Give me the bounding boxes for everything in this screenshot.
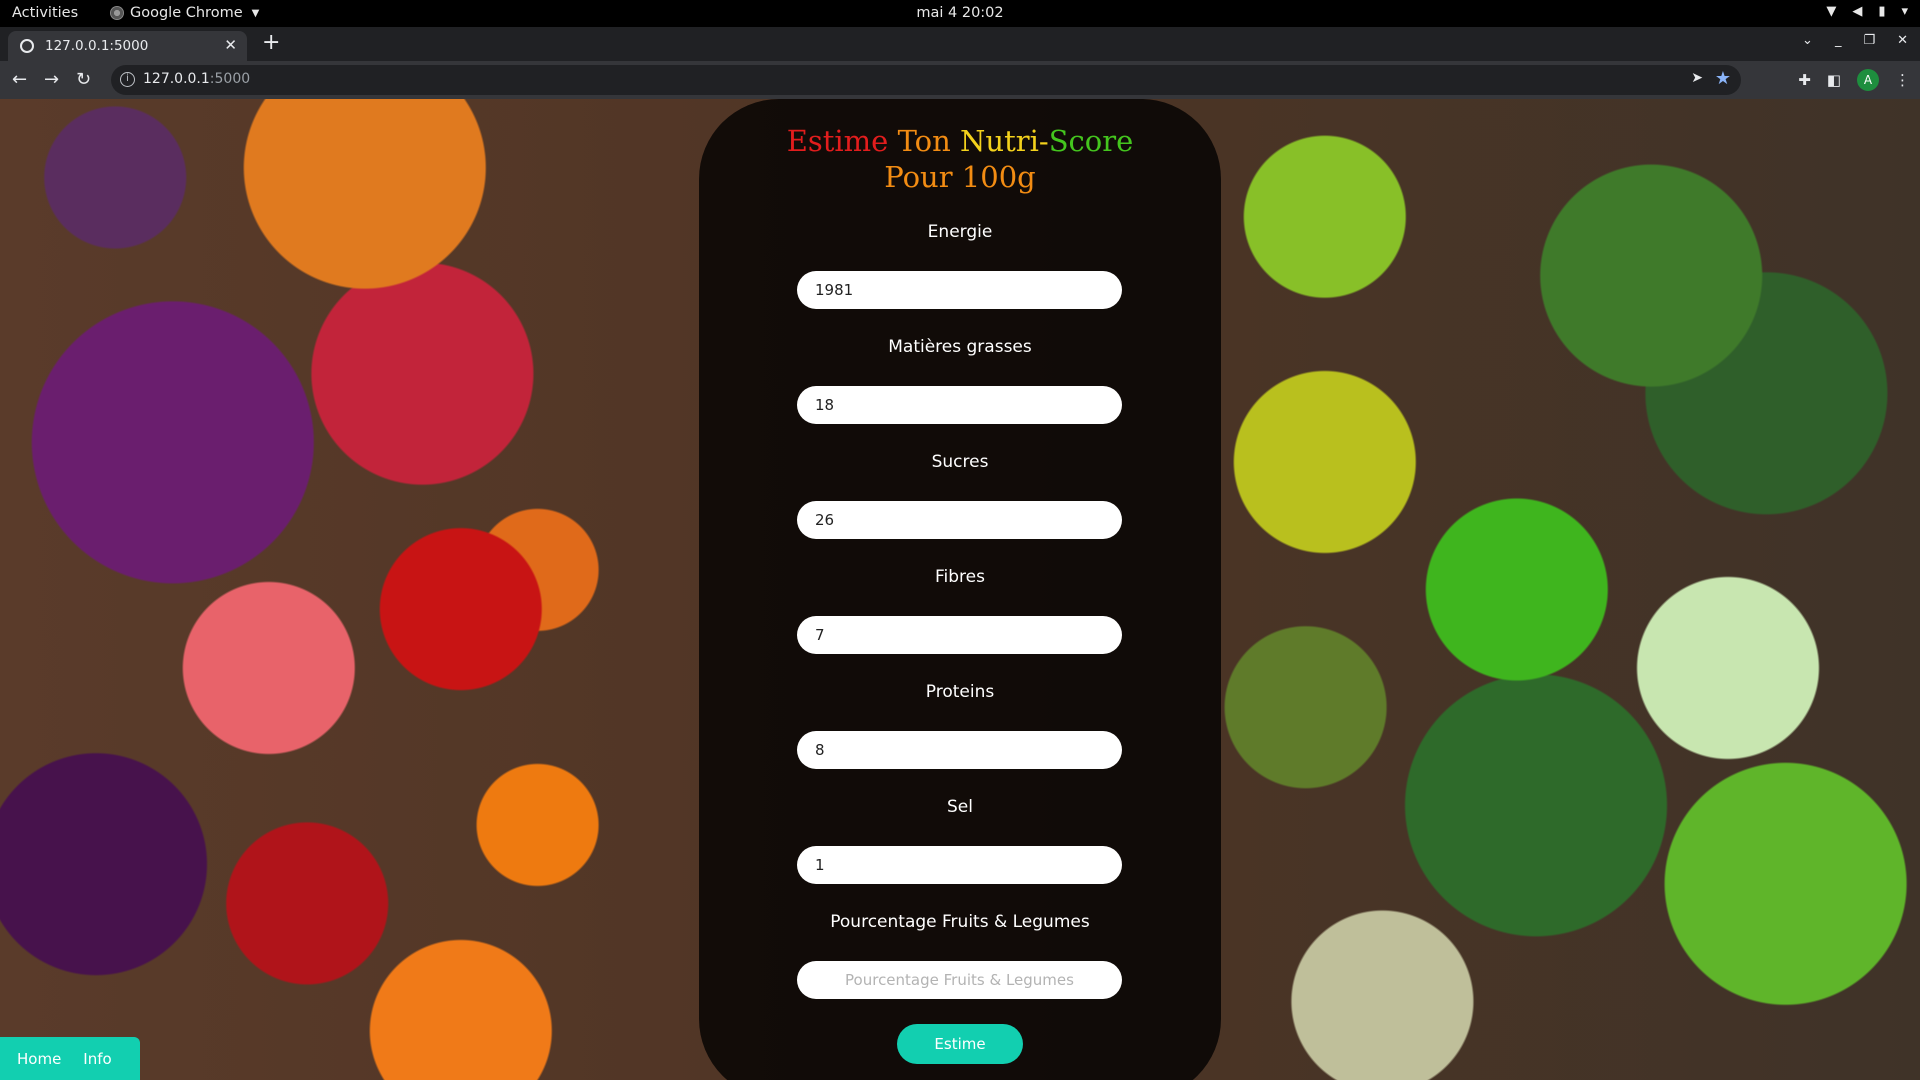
reload-icon[interactable]: ↻ (76, 69, 91, 90)
extensions-icon[interactable]: ✚ (1798, 71, 1811, 89)
page-title: Estime Ton Nutri-Score Pour 100g (699, 123, 1221, 195)
proteins-input[interactable] (797, 731, 1122, 769)
title-word-2: Ton (897, 124, 951, 158)
window-controls: ⌄ _ ❐ ✕ (1802, 33, 1908, 48)
title-word-3: Nutri- (960, 124, 1049, 158)
title-subtitle: Pour 100g (884, 160, 1036, 194)
fibres-label: Fibres (935, 567, 985, 587)
tab-title: 127.0.0.1:5000 (45, 38, 149, 54)
url-host: 127.0.0.1 (143, 71, 210, 87)
clock[interactable]: mai 4 20:02 (0, 5, 1920, 21)
bookmark-star-icon[interactable]: ★ (1715, 68, 1731, 89)
restore-icon[interactable]: ❐ (1863, 33, 1875, 48)
nav-info-link[interactable]: Info (83, 1050, 111, 1068)
matieres-grasses-input[interactable] (797, 386, 1122, 424)
proteins-label: Proteins (925, 682, 995, 702)
volume-icon: ◀ (1852, 4, 1863, 19)
matieres-grasses-label: Matières grasses (888, 337, 1032, 357)
menu-icon[interactable]: ⋮ (1895, 71, 1910, 89)
form-panel: Estime Ton Nutri-Score Pour 100g Energie… (699, 99, 1221, 1080)
energie-input[interactable] (797, 271, 1122, 309)
address-bar[interactable]: i 127.0.0.1:5000 ➤ ★ (111, 65, 1741, 95)
title-word-1: Estime (786, 124, 889, 158)
battery-icon: ▮ (1878, 4, 1886, 19)
url-port: :5000 (209, 71, 251, 87)
browser-tab[interactable]: 127.0.0.1:5000 ✕ (8, 31, 247, 61)
toolbar-actions: ✚ ◧ A ⋮ (1798, 69, 1910, 91)
back-icon[interactable]: ← (12, 69, 27, 90)
estime-button[interactable]: Estime (897, 1024, 1023, 1064)
tab-strip: 127.0.0.1:5000 ✕ (0, 27, 1920, 61)
forward-icon[interactable]: → (44, 69, 59, 90)
close-icon[interactable]: ✕ (224, 36, 237, 54)
url-text[interactable]: 127.0.0.1:5000 (143, 71, 250, 87)
close-window-icon[interactable]: ✕ (1897, 33, 1908, 48)
profile-avatar[interactable]: A (1857, 69, 1879, 91)
energie-label: Energie (927, 222, 993, 242)
globe-icon (20, 39, 34, 53)
info-icon[interactable]: i (120, 72, 135, 87)
fruits-legumes-input[interactable] (797, 961, 1122, 999)
sel-input[interactable] (797, 846, 1122, 884)
wifi-icon: ▼ (1826, 4, 1837, 19)
page-background: Estime Ton Nutri-Score Pour 100g Energie… (0, 99, 1920, 1080)
bottom-nav: Home Info (0, 1037, 140, 1080)
minimize-icon[interactable]: _ (1835, 33, 1842, 48)
side-panel-icon[interactable]: ◧ (1827, 71, 1841, 89)
title-word-4: Score (1048, 124, 1134, 158)
new-tab-button[interactable]: + (262, 30, 280, 56)
system-tray[interactable]: ▼ ◀ ▮ ▾ (1826, 4, 1908, 19)
sucres-input[interactable] (797, 501, 1122, 539)
sel-label: Sel (947, 797, 973, 817)
nav-home-link[interactable]: Home (17, 1050, 61, 1068)
fibres-input[interactable] (797, 616, 1122, 654)
browser-toolbar: ← → ↻ i 127.0.0.1:5000 ➤ ★ ✚ ◧ A ⋮ (0, 61, 1920, 99)
share-icon[interactable]: ➤ (1691, 70, 1703, 86)
fruits-legumes-label: Pourcentage Fruits & Legumes (830, 912, 1090, 932)
sucres-label: Sucres (931, 452, 989, 472)
system-top-bar: Activities Google Chrome ▼ mai 4 20:02 ▼… (0, 0, 1920, 27)
chevron-down-icon[interactable]: ⌄ (1802, 33, 1813, 48)
chevron-down-icon: ▾ (1901, 4, 1908, 19)
